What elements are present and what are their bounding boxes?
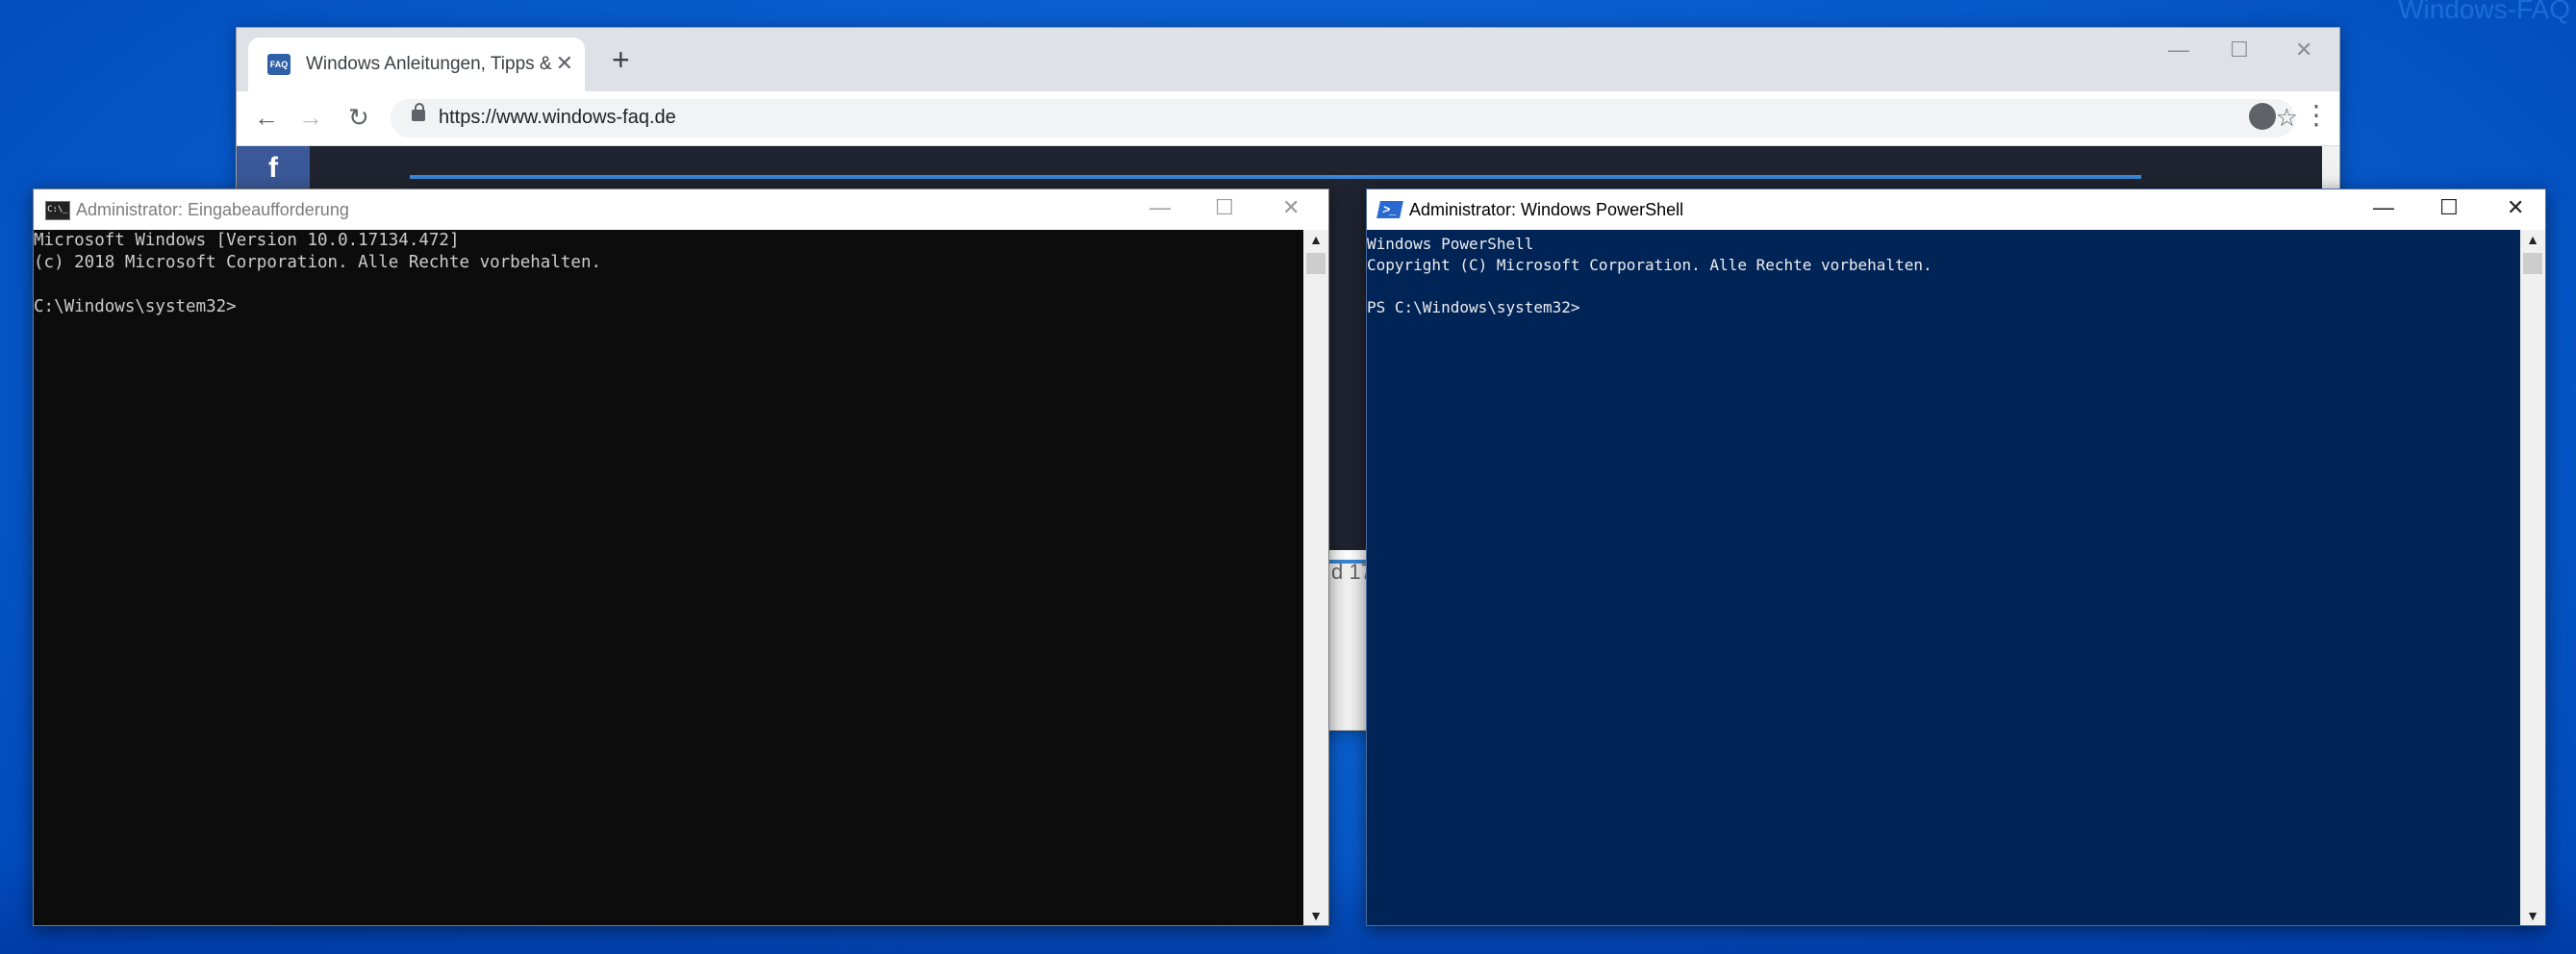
cmd-maximize-button[interactable]: ☐ — [1215, 197, 1234, 218]
address-bar[interactable]: https://www.windows-faq.de ☆ — [391, 99, 2298, 138]
tab-strip: FAQ Windows Anleitungen, Tipps & T ✕ + —… — [237, 28, 2339, 91]
powershell-minimize-button[interactable]: — — [2373, 197, 2394, 218]
cmd-titlebar[interactable]: C:\_ Administrator: Eingabeaufforderung … — [34, 189, 1328, 230]
chrome-close-button[interactable]: ✕ — [2295, 38, 2312, 63]
powershell-titlebar[interactable]: >_ Administrator: Windows PowerShell — ☐… — [1367, 189, 2545, 230]
cmd-icon: C:\_ — [45, 201, 70, 220]
browser-toolbar: ← → ↻ https://www.windows-faq.de ☆ ⋮ — [237, 91, 2339, 146]
cmd-window[interactable]: C:\_ Administrator: Eingabeaufforderung … — [33, 188, 1329, 926]
powershell-window[interactable]: >_ Administrator: Windows PowerShell — ☐… — [1366, 188, 2546, 926]
scroll-up-icon[interactable]: ▲ — [2520, 232, 2545, 247]
facebook-icon[interactable]: f — [237, 146, 310, 194]
cmd-close-button[interactable]: ✕ — [1282, 197, 1300, 218]
powershell-scrollbar[interactable]: ▲ ▼ — [2520, 230, 2545, 925]
back-button[interactable]: ← — [254, 103, 279, 133]
cmd-minimize-button[interactable]: — — [1149, 197, 1171, 218]
scroll-down-icon[interactable]: ▼ — [2520, 908, 2545, 923]
profile-icon[interactable] — [2249, 103, 2276, 130]
powershell-close-button[interactable]: ✕ — [2507, 197, 2524, 218]
powershell-icon: >_ — [1376, 201, 1403, 218]
powershell-scroll-thumb[interactable] — [2523, 253, 2542, 274]
lock-icon — [412, 103, 425, 121]
powershell-maximize-button[interactable]: ☐ — [2439, 197, 2459, 218]
forward-button[interactable]: → — [298, 103, 323, 133]
scroll-up-icon[interactable]: ▲ — [1303, 232, 1328, 247]
reload-button[interactable]: ↻ — [348, 103, 369, 133]
browser-tab[interactable]: FAQ Windows Anleitungen, Tipps & T ✕ — [248, 38, 585, 91]
new-tab-button[interactable]: + — [612, 44, 630, 75]
bookmark-star-icon[interactable]: ☆ — [2276, 103, 2298, 133]
chrome-minimize-button[interactable]: — — [2168, 38, 2189, 63]
powershell-console-output[interactable]: Windows PowerShell Copyright (C) Microso… — [1367, 234, 2520, 925]
cmd-console-output[interactable]: Microsoft Windows [Version 10.0.17134.47… — [34, 230, 1303, 925]
menu-icon[interactable]: ⋮ — [2303, 99, 2330, 131]
tab-close-icon[interactable]: ✕ — [556, 51, 573, 76]
scroll-down-icon[interactable]: ▼ — [1303, 908, 1328, 923]
chrome-maximize-button[interactable]: ☐ — [2230, 38, 2249, 63]
favicon-icon: FAQ — [267, 54, 290, 75]
url-text[interactable]: https://www.windows-faq.de — [439, 107, 676, 129]
cmd-scroll-thumb[interactable] — [1306, 253, 1326, 274]
page-divider — [410, 175, 2141, 179]
tab-title: Windows Anleitungen, Tipps & T — [306, 54, 556, 74]
cmd-scrollbar[interactable]: ▲ ▼ — [1303, 230, 1328, 925]
powershell-title: Administrator: Windows PowerShell — [1409, 200, 1684, 219]
cmd-title: Administrator: Eingabeaufforderung — [76, 200, 349, 219]
watermark-text: Windows-FAQ — [2398, 0, 2570, 24]
